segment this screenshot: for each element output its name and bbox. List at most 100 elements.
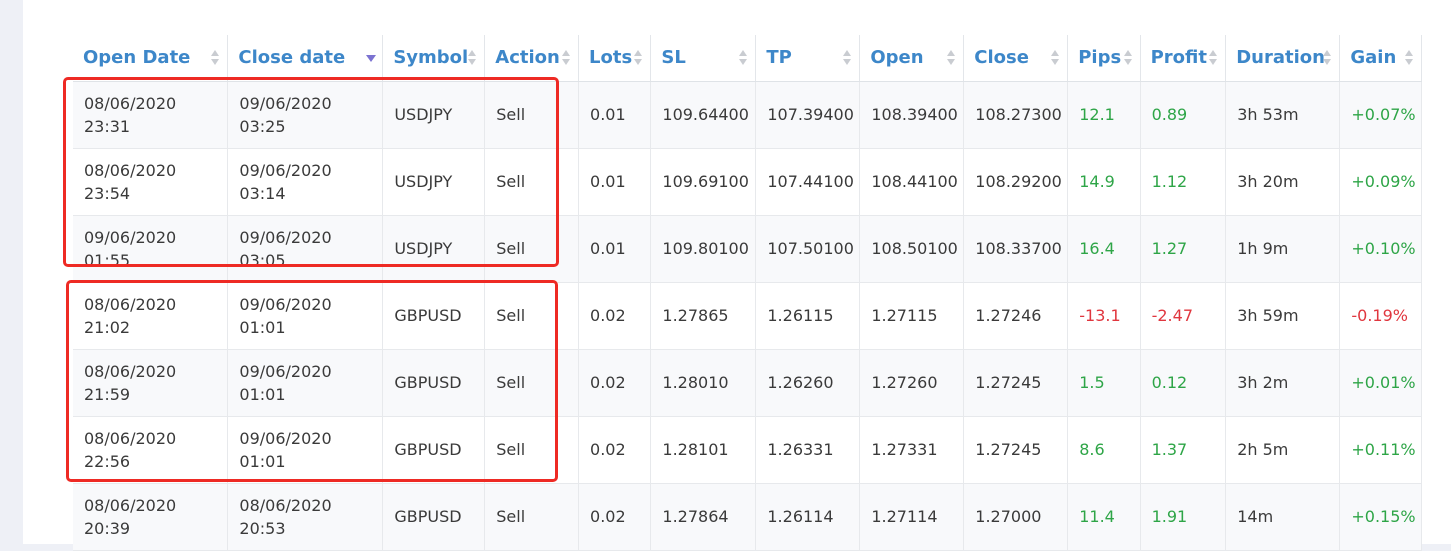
open-time-value: 23:54	[84, 183, 131, 203]
action-value: Sell	[496, 239, 526, 258]
duration-value: 3h 59m	[1237, 306, 1299, 325]
action-value: Sell	[496, 105, 526, 124]
column-header-symbol[interactable]: Symbol	[382, 35, 486, 82]
duration-value: 3h 20m	[1237, 172, 1299, 191]
symbol-value: GBPUSD	[394, 306, 462, 325]
pips-cell: 1.5	[1067, 349, 1141, 417]
duration-cell: 14m	[1225, 483, 1341, 551]
duration-cell: 3h 59m	[1225, 282, 1341, 350]
close-price-cell: 108.27300	[963, 81, 1069, 149]
column-header-gain[interactable]: Gain	[1339, 35, 1422, 82]
open-date-cell: 08/06/2020 22:56	[73, 416, 229, 484]
gain-value: +0.07%	[1351, 105, 1416, 124]
duration-cell: 3h 53m	[1225, 81, 1341, 149]
sort-icon	[1323, 48, 1332, 68]
sl-value: 109.69100	[662, 172, 749, 191]
open-price-value: 108.44100	[871, 172, 958, 191]
lots-value: 0.01	[590, 172, 626, 191]
close-date-value: 09/06/2020	[239, 428, 332, 448]
close-date-value: 09/06/2020	[239, 361, 332, 381]
symbol-cell: USDJPY	[382, 215, 486, 283]
lots-cell: 0.01	[578, 215, 652, 283]
open-price-value: 108.39400	[871, 105, 958, 124]
table-row: 08/06/2020 20:39 08/06/2020 20:53 GBPUSD Sell…	[73, 483, 1422, 551]
action-cell: Sell	[484, 483, 580, 551]
lots-value: 0.02	[590, 373, 626, 392]
tp-value: 1.26114	[767, 507, 834, 526]
column-header-pips[interactable]: Pips	[1067, 35, 1141, 82]
profit-value: 1.27	[1151, 239, 1188, 258]
close-price-cell: 1.27246	[963, 282, 1069, 350]
open-time-value: 21:59	[84, 384, 131, 404]
column-header-label: Duration	[1236, 47, 1325, 69]
sl-value: 1.28101	[662, 440, 729, 459]
pips-cell: -13.1	[1067, 282, 1141, 350]
open-date-value: 08/06/2020	[84, 361, 177, 381]
column-header-close[interactable]: Close	[963, 35, 1069, 82]
column-header-duration[interactable]: Duration	[1225, 35, 1341, 82]
tp-cell: 107.50100	[755, 215, 861, 283]
open-date-value: 08/06/2020	[84, 160, 177, 180]
gain-cell: +0.11%	[1339, 416, 1422, 484]
close-price-value: 108.27300	[975, 105, 1062, 124]
lots-value: 0.01	[590, 239, 626, 258]
gain-cell: +0.09%	[1339, 148, 1422, 216]
tp-cell: 107.44100	[755, 148, 861, 216]
sort-icon	[739, 48, 748, 68]
profit-cell: 1.91	[1140, 483, 1227, 551]
open-date-cell: 08/06/2020 21:59	[73, 349, 229, 417]
open-time-value: 20:39	[84, 518, 131, 538]
sl-value: 1.27864	[662, 507, 729, 526]
column-header-label: Close	[974, 47, 1029, 69]
tp-cell: 1.26260	[755, 349, 861, 417]
gain-cell: +0.07%	[1339, 81, 1422, 149]
action-value: Sell	[496, 507, 526, 526]
action-value: Sell	[496, 172, 526, 191]
sort-icon	[1051, 48, 1060, 68]
tp-value: 1.26331	[767, 440, 834, 459]
pips-cell: 11.4	[1067, 483, 1141, 551]
column-header-profit[interactable]: Profit	[1140, 35, 1227, 82]
profit-value: -2.47	[1151, 306, 1193, 325]
close-price-value: 108.29200	[975, 172, 1062, 191]
profit-value: 1.12	[1151, 172, 1188, 191]
tp-cell: 1.26114	[755, 483, 861, 551]
open-time-value: 01:55	[84, 250, 131, 270]
open-date-value: 08/06/2020	[84, 93, 177, 113]
open-date-cell: 08/06/2020 20:39	[73, 483, 229, 551]
pips-value: 8.6	[1079, 440, 1105, 459]
tp-cell: 1.26331	[755, 416, 861, 484]
profit-value: 1.37	[1151, 440, 1188, 459]
open-price-value: 108.50100	[871, 239, 958, 258]
column-header-label: SL	[661, 47, 686, 69]
pips-cell: 8.6	[1067, 416, 1141, 484]
symbol-cell: GBPUSD	[382, 282, 486, 350]
sort-icon	[947, 48, 956, 68]
column-header-open-date[interactable]: Open Date	[73, 35, 229, 82]
open-date-cell: 08/06/2020 21:02	[73, 282, 229, 350]
column-header-label: Open Date	[83, 47, 191, 69]
close-date-cell: 09/06/2020 03:25	[227, 81, 384, 149]
column-header-close-date[interactable]: Close date	[227, 35, 384, 82]
symbol-value: GBPUSD	[394, 440, 462, 459]
gain-cell: -0.19%	[1339, 282, 1422, 350]
sl-cell: 1.27865	[650, 282, 757, 350]
close-date-cell: 09/06/2020 03:05	[227, 215, 384, 283]
open-price-cell: 1.27114	[859, 483, 965, 551]
column-header-open[interactable]: Open	[859, 35, 965, 82]
column-header-tp[interactable]: TP	[755, 35, 861, 82]
open-price-value: 1.27114	[871, 507, 938, 526]
sort-icon	[1209, 48, 1218, 68]
column-header-lots[interactable]: Lots	[578, 35, 652, 82]
close-date-cell: 09/06/2020 01:01	[227, 416, 384, 484]
column-header-action[interactable]: Action	[484, 35, 580, 82]
close-price-value: 1.27245	[975, 440, 1042, 459]
sort-icon	[468, 48, 477, 68]
gain-cell: +0.10%	[1339, 215, 1422, 283]
lots-cell: 0.02	[578, 416, 652, 484]
pips-cell: 14.9	[1067, 148, 1141, 216]
column-header-sl[interactable]: SL	[650, 35, 757, 82]
symbol-cell: GBPUSD	[382, 483, 486, 551]
pips-value: 14.9	[1079, 172, 1115, 191]
sort-icon	[1405, 48, 1414, 68]
